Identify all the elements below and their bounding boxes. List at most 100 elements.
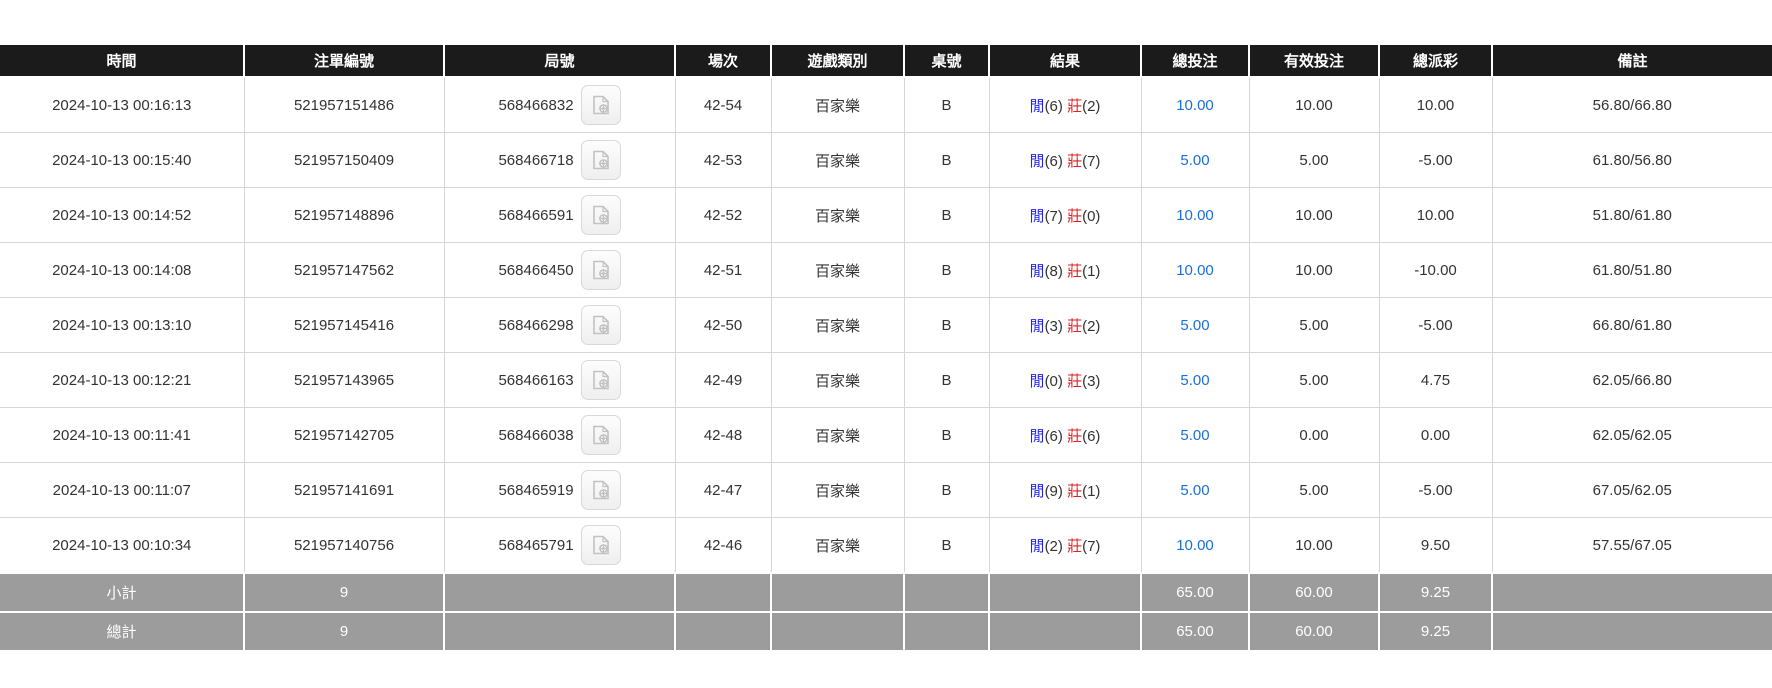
header-payout: 總派彩 xyxy=(1379,45,1492,77)
cell-session: 42-51 xyxy=(675,243,771,298)
cell-game-type: 百家樂 xyxy=(771,77,904,133)
cell-bet-id: 521957150409 xyxy=(244,133,444,188)
cell-round-no: 568465919 xyxy=(444,463,675,518)
result-banker-score: (7) xyxy=(1082,538,1100,555)
round-no-with-video: 568466038 xyxy=(498,415,620,455)
cell-remark: 61.80/56.80 xyxy=(1492,133,1772,188)
cell-round-no: 568466450 xyxy=(444,243,675,298)
cell-total-bet: 5.00 xyxy=(1141,298,1249,353)
result-player-score: (6) xyxy=(1045,153,1063,170)
cell-remark: 62.05/66.80 xyxy=(1492,353,1772,408)
cell-session: 42-48 xyxy=(675,408,771,463)
video-replay-button[interactable] xyxy=(581,360,621,400)
video-replay-icon xyxy=(590,149,612,171)
cell-payout: -5.00 xyxy=(1379,298,1492,353)
round-no-with-video: 568466832 xyxy=(498,85,620,125)
subtotal-empty-cell xyxy=(904,573,989,612)
table-row: 2024-10-13 00:10:34521957140756568465791… xyxy=(0,518,1772,574)
total-bet-link[interactable]: 10.00 xyxy=(1176,262,1214,279)
round-no-value: 568466163 xyxy=(498,372,573,389)
video-replay-button[interactable] xyxy=(581,140,621,180)
cell-payout: -5.00 xyxy=(1379,133,1492,188)
cell-table-no: B xyxy=(904,188,989,243)
result-player-score: (8) xyxy=(1045,263,1063,280)
subtotal-label: 小計 xyxy=(0,573,244,612)
total-bet-link[interactable]: 10.00 xyxy=(1176,207,1214,224)
cell-bet-id: 521957151486 xyxy=(244,77,444,133)
total-bet-link[interactable]: 5.00 xyxy=(1180,152,1209,169)
subtotal-valid-bet: 60.00 xyxy=(1249,573,1379,612)
cell-table-no: B xyxy=(904,77,989,133)
video-replay-button[interactable] xyxy=(581,470,621,510)
subtotal-count: 9 xyxy=(244,573,444,612)
cell-round-no: 568466591 xyxy=(444,188,675,243)
cell-table-no: B xyxy=(904,463,989,518)
video-replay-button[interactable] xyxy=(581,415,621,455)
total-bet-link[interactable]: 5.00 xyxy=(1180,317,1209,334)
total-empty-cell xyxy=(989,612,1141,651)
header-round-no: 局號 xyxy=(444,45,675,77)
cell-table-no: B xyxy=(904,298,989,353)
cell-time: 2024-10-13 00:15:40 xyxy=(0,133,244,188)
cell-valid-bet: 5.00 xyxy=(1249,298,1379,353)
result-banker-label: 莊 xyxy=(1067,373,1082,390)
total-bet-link[interactable]: 5.00 xyxy=(1180,427,1209,444)
total-label: 總計 xyxy=(0,612,244,651)
result-player-label: 閒 xyxy=(1030,318,1045,335)
result-banker-label: 莊 xyxy=(1067,318,1082,335)
total-bet-link[interactable]: 10.00 xyxy=(1176,97,1214,114)
result-player-label: 閒 xyxy=(1030,208,1045,225)
result-banker-score: (0) xyxy=(1082,208,1100,225)
result-player-score: (0) xyxy=(1045,373,1063,390)
total-row: 總計 9 65.00 60.00 9.25 xyxy=(0,612,1772,651)
cell-time: 2024-10-13 00:11:41 xyxy=(0,408,244,463)
video-replay-icon xyxy=(590,369,612,391)
header-game-type: 遊戲類別 xyxy=(771,45,904,77)
cell-table-no: B xyxy=(904,243,989,298)
result-banker-label: 莊 xyxy=(1067,428,1082,445)
cell-total-bet: 5.00 xyxy=(1141,408,1249,463)
video-replay-button[interactable] xyxy=(581,525,621,565)
video-replay-icon xyxy=(590,259,612,281)
cell-payout: 10.00 xyxy=(1379,188,1492,243)
round-no-with-video: 568466298 xyxy=(498,305,620,345)
total-bet-link[interactable]: 5.00 xyxy=(1180,482,1209,499)
cell-result: 閒(3) 莊(2) xyxy=(989,298,1141,353)
table-footer: 小計 9 65.00 60.00 9.25 總計 9 65.0 xyxy=(0,573,1772,651)
cell-session: 42-53 xyxy=(675,133,771,188)
table-row: 2024-10-13 00:13:10521957145416568466298… xyxy=(0,298,1772,353)
result-banker-score: (3) xyxy=(1082,373,1100,390)
cell-bet-id: 521957140756 xyxy=(244,518,444,574)
cell-remark: 56.80/66.80 xyxy=(1492,77,1772,133)
video-replay-button[interactable] xyxy=(581,85,621,125)
cell-payout: 9.50 xyxy=(1379,518,1492,574)
result-banker-score: (1) xyxy=(1082,483,1100,500)
cell-total-bet: 5.00 xyxy=(1141,463,1249,518)
cell-remark: 62.05/62.05 xyxy=(1492,408,1772,463)
cell-session: 42-46 xyxy=(675,518,771,574)
total-bet-link[interactable]: 5.00 xyxy=(1180,372,1209,389)
table-row: 2024-10-13 00:11:41521957142705568466038… xyxy=(0,408,1772,463)
result-banker-score: (1) xyxy=(1082,263,1100,280)
total-valid-bet: 60.00 xyxy=(1249,612,1379,651)
video-replay-button[interactable] xyxy=(581,250,621,290)
round-no-value: 568466718 xyxy=(498,152,573,169)
cell-round-no: 568466038 xyxy=(444,408,675,463)
subtotal-total-bet: 65.00 xyxy=(1141,573,1249,612)
table-row: 2024-10-13 00:14:52521957148896568466591… xyxy=(0,188,1772,243)
cell-game-type: 百家樂 xyxy=(771,353,904,408)
total-bet-link[interactable]: 10.00 xyxy=(1176,537,1214,554)
cell-payout: -10.00 xyxy=(1379,243,1492,298)
cell-result: 閒(6) 莊(7) xyxy=(989,133,1141,188)
header-bet-id: 注單編號 xyxy=(244,45,444,77)
round-no-with-video: 568466450 xyxy=(498,250,620,290)
result-player-label: 閒 xyxy=(1030,263,1045,280)
video-replay-button[interactable] xyxy=(581,305,621,345)
result-banker-score: (2) xyxy=(1082,318,1100,335)
cell-table-no: B xyxy=(904,133,989,188)
cell-result: 閒(7) 莊(0) xyxy=(989,188,1141,243)
video-replay-button[interactable] xyxy=(581,195,621,235)
total-empty-cell xyxy=(904,612,989,651)
cell-round-no: 568465791 xyxy=(444,518,675,574)
cell-table-no: B xyxy=(904,518,989,574)
